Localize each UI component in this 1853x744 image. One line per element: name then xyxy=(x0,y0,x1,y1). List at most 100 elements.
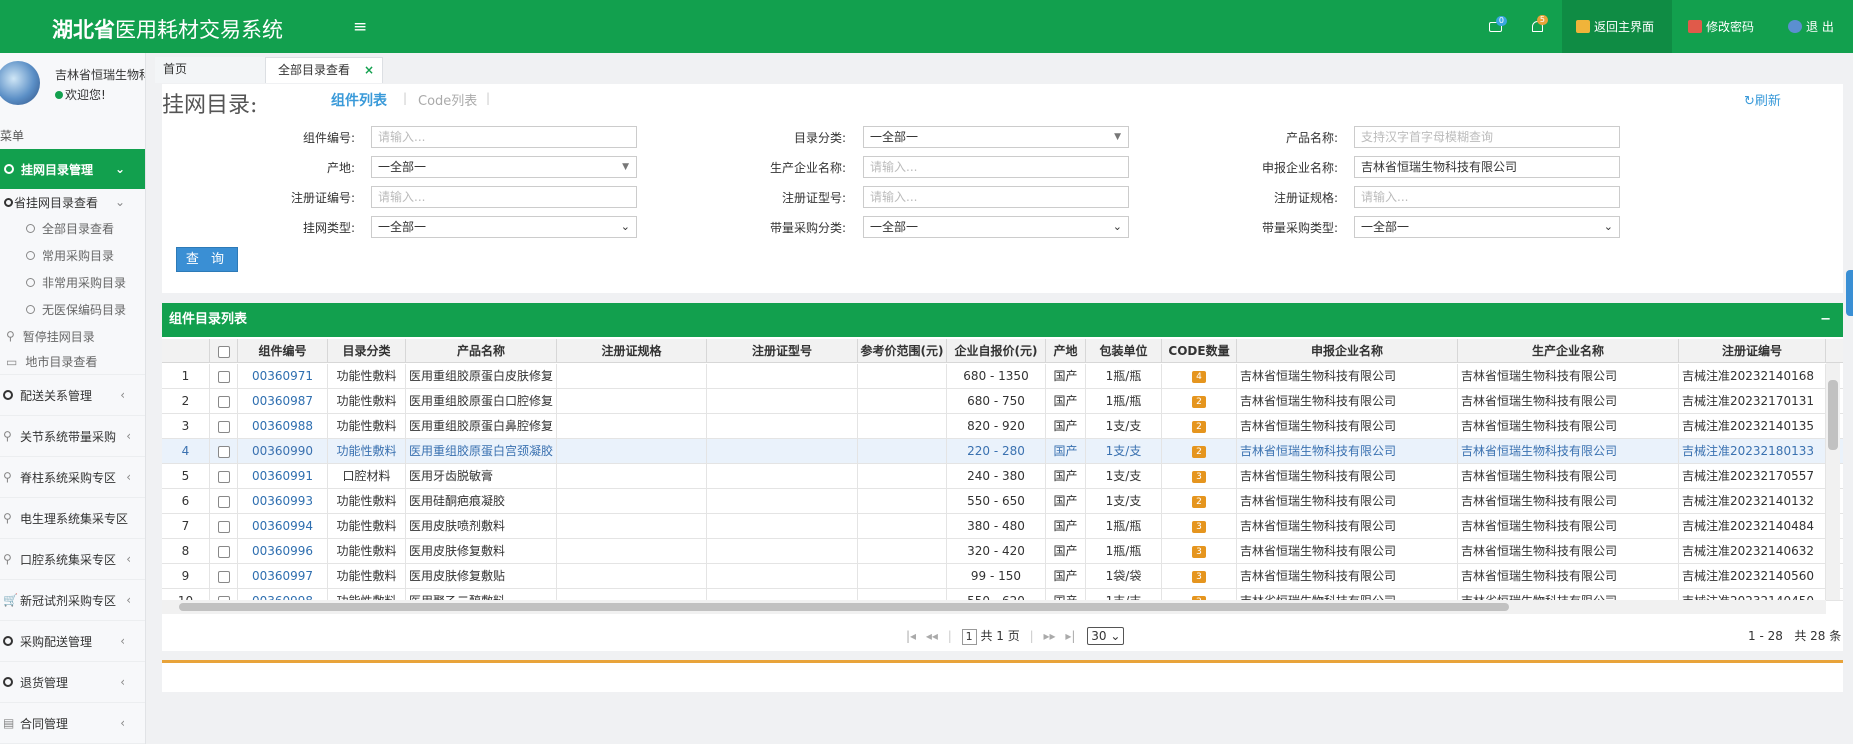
sidebar-subgroup-province-catalog[interactable]: 省挂网目录查看 ⌄ xyxy=(0,189,145,215)
product-name-input[interactable]: 支持汉字首字母模糊查询 xyxy=(1354,126,1620,148)
reg-no-input[interactable]: 请输入... xyxy=(371,186,637,208)
table-row[interactable]: 9 00360997 功能性敷料 医用皮肤修复敷贴 99 - 150 国产 1袋/袋 3 吉林省… xyxy=(162,564,1843,589)
sidebar-item-procurement[interactable]: 采购配送管理 ‹ xyxy=(0,621,145,662)
row-checkbox[interactable] xyxy=(217,395,230,408)
next-page-button[interactable]: ▸▸ xyxy=(1043,629,1055,643)
vbp-type-select[interactable]: 一全部一 ⌄ xyxy=(1354,216,1620,238)
reg-model-input[interactable]: 请输入... xyxy=(863,186,1129,208)
table-row[interactable]: 3 00360988 功能性敷料 医用重组胶原蛋白鼻腔修复 820 - 920 国产 1支/… xyxy=(162,414,1843,439)
sidebar-item-spine[interactable]: ⚲ 脊柱系统采购专区 ‹ xyxy=(0,457,145,498)
row-checkbox[interactable] xyxy=(217,495,230,508)
code-count-badge[interactable]: 3 xyxy=(1192,520,1206,533)
sidebar-item-city-catalog[interactable]: ▭ 地市目录查看 xyxy=(0,349,145,375)
sidebar-subitem-uncommon[interactable]: 非常用采购目录 xyxy=(0,269,145,296)
vertical-scroll-thumb[interactable] xyxy=(1828,380,1838,450)
name-cell: 医用皮肤喷剂敷料 xyxy=(406,514,557,539)
return-main-button[interactable]: 返回主界面 xyxy=(1562,0,1672,53)
n-cell: 9 xyxy=(162,564,210,589)
table-row[interactable]: 5 00360991 口腔材料 医用牙齿脱敏膏 240 - 380 国产 1支/支 3 吉林省恒… xyxy=(162,464,1843,489)
refresh-button[interactable]: ↻刷新 xyxy=(1744,90,1781,109)
logout-button[interactable]: 退 出 xyxy=(1780,0,1853,53)
sidebar-item-returns[interactable]: 退货管理 ‹ xyxy=(0,662,145,703)
component-code-link[interactable]: 00360988 xyxy=(238,414,328,439)
sidebar-item-ep[interactable]: ⚲ 电生理系统集采专区 xyxy=(0,498,145,539)
table-row[interactable]: 4 00360990 功能性敷料 医用重组胶原蛋白宫颈凝胶 220 - 280 国产 1支/… xyxy=(162,439,1843,464)
side-handle[interactable] xyxy=(1846,270,1853,316)
table-row[interactable]: 7 00360994 功能性敷料 医用皮肤喷剂敷料 380 - 480 国产 1瓶/瓶 3 吉林… xyxy=(162,514,1843,539)
first-page-button[interactable]: |◂ xyxy=(906,629,916,643)
page-size-select[interactable]: 30 ⌄ xyxy=(1087,627,1125,645)
row-checkbox[interactable] xyxy=(217,545,230,558)
menu-toggle-icon[interactable]: ≡ xyxy=(353,17,367,37)
origin-select[interactable]: 一全部一 ▼ xyxy=(371,156,637,178)
tab-home[interactable]: 首页 xyxy=(155,57,265,83)
code-count-badge[interactable]: 2 xyxy=(1192,495,1206,508)
component-code-link[interactable]: 00360997 xyxy=(238,564,328,589)
query-button[interactable]: 查 询 xyxy=(176,247,238,272)
sidebar-item-contracts[interactable]: ▤ 合同管理 ‹ xyxy=(0,703,145,744)
code-count-badge[interactable]: 3 xyxy=(1192,570,1206,583)
code-count-badge[interactable]: 2 xyxy=(1192,445,1206,458)
view-tab-code[interactable]: Code列表 xyxy=(418,90,477,109)
vbp-category-select[interactable]: 一全部一 ⌄ xyxy=(863,216,1129,238)
code-count-badge[interactable]: 2 xyxy=(1192,420,1206,433)
component-code-link[interactable]: 00360990 xyxy=(238,439,328,464)
prev-page-button[interactable]: ◂◂ xyxy=(926,629,938,643)
sidebar-subitem-all[interactable]: 全部目录查看 xyxy=(0,215,145,242)
change-password-button[interactable]: 修改密码 xyxy=(1672,0,1780,53)
code-count-cell: 2 xyxy=(1162,489,1237,514)
n-cell: 2 xyxy=(162,389,210,414)
bell-button[interactable]: 5 xyxy=(1532,0,1548,53)
code-count-badge[interactable]: 3 xyxy=(1192,470,1206,483)
mail-button[interactable]: 0 xyxy=(1489,0,1507,53)
close-icon[interactable]: × xyxy=(364,58,374,83)
refresh-icon: ↻ xyxy=(1744,94,1755,109)
empty-cell xyxy=(707,414,858,439)
row-checkbox[interactable] xyxy=(217,445,230,458)
row-checkbox[interactable] xyxy=(217,470,230,483)
code-count-badge[interactable]: 3 xyxy=(1192,545,1206,558)
app-cell: 吉林省恒瑞生物科技有限公司 xyxy=(1237,539,1458,564)
component-code-link[interactable]: 00360996 xyxy=(238,539,328,564)
empty-cell xyxy=(858,489,947,514)
column-header[interactable] xyxy=(210,339,238,363)
component-code-link[interactable]: 00360993 xyxy=(238,489,328,514)
horizontal-scroll-thumb[interactable] xyxy=(179,603,1509,611)
table-row[interactable]: 2 00360987 功能性敷料 医用重组胶原蛋白口腔修复 680 - 750 国产 1瓶/… xyxy=(162,389,1843,414)
page-input[interactable]: 1 xyxy=(961,629,977,645)
last-page-button[interactable]: ▸| xyxy=(1065,629,1075,643)
code-count-badge[interactable]: 2 xyxy=(1192,395,1206,408)
table-row[interactable]: 8 00360996 功能性敷料 医用皮肤修复敷料 320 - 420 国产 1瓶/瓶 3 吉林… xyxy=(162,539,1843,564)
catalog-type-select[interactable]: 一全部一 ▼ xyxy=(863,126,1129,148)
row-checkbox[interactable] xyxy=(217,520,230,533)
sidebar-item-dental[interactable]: ⚲ 口腔系统集采专区 ‹ xyxy=(0,539,145,580)
component-no-input[interactable]: 请输入... xyxy=(371,126,637,148)
component-code-link[interactable]: 00360991 xyxy=(238,464,328,489)
view-tab-components[interactable]: 组件列表 xyxy=(331,90,387,110)
row-checkbox[interactable] xyxy=(217,370,230,383)
row-checkbox[interactable] xyxy=(217,420,230,433)
sidebar-subitem-no-insurance-code[interactable]: 无医保编码目录 xyxy=(0,296,145,323)
collapse-icon[interactable]: − xyxy=(1820,303,1831,337)
listing-type-select[interactable]: 一全部一 ⌄ xyxy=(371,216,637,238)
name-cell: 医用重组胶原蛋白皮肤修复 xyxy=(406,364,557,389)
sidebar-item-joint-vbp[interactable]: ⚲ 关节系统带量采购 ‹ xyxy=(0,416,145,457)
tab-all-catalog[interactable]: 全部目录查看 × xyxy=(265,57,383,83)
sidebar-item-delivery[interactable]: 配送关系管理 ‹ xyxy=(0,375,145,416)
code-count-badge[interactable]: 4 xyxy=(1192,370,1206,383)
applicant-input[interactable]: 吉林省恒瑞生物科技有限公司 xyxy=(1354,156,1620,178)
sidebar-subitem-common[interactable]: 常用采购目录 xyxy=(0,242,145,269)
component-code-link[interactable]: 00360971 xyxy=(238,364,328,389)
manufacturer-input[interactable]: 请输入... xyxy=(863,156,1129,178)
table-row[interactable]: 1 00360971 功能性敷料 医用重组胶原蛋白皮肤修复 680 - 1350 国产 1瓶… xyxy=(162,364,1843,389)
component-code-link[interactable]: 00360987 xyxy=(238,389,328,414)
app-cell: 吉林省恒瑞生物科技有限公司 xyxy=(1237,364,1458,389)
sidebar-item-suspended[interactable]: ⚲ 暂停挂网目录 xyxy=(0,323,145,349)
table-row[interactable]: 6 00360993 功能性敷料 医用硅酮疤痕凝胶 550 - 650 国产 1支/支 2 吉林… xyxy=(162,489,1843,514)
reg-spec-input[interactable]: 请输入... xyxy=(1354,186,1620,208)
sidebar-item-listing-catalog[interactable]: 挂网目录管理 ⌄ xyxy=(0,149,145,189)
component-code-link[interactable]: 00360994 xyxy=(238,514,328,539)
row-checkbox[interactable] xyxy=(217,570,230,583)
sidebar-item-covid[interactable]: 🛒 新冠试剂采购专区 ‹ xyxy=(0,580,145,621)
select-all-checkbox[interactable] xyxy=(217,345,230,358)
